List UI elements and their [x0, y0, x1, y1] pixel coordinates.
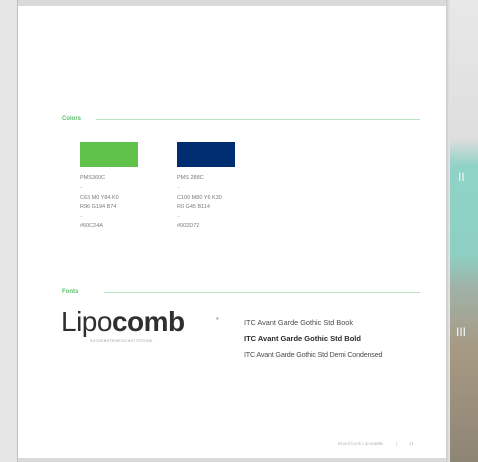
navy-hex: #002D72: [177, 223, 200, 229]
page-edge-shadow: [446, 0, 450, 462]
lipocomb-logo: Lipocomb: [61, 306, 185, 337]
fonts-rule: [104, 292, 420, 293]
divider-dash: –: [80, 214, 83, 220]
swatch-green: [80, 142, 138, 167]
fonts-heading: Fonts: [62, 289, 79, 295]
swatch-navy: [177, 142, 235, 167]
divider-dash: –: [177, 214, 180, 220]
logo-tagline: SOCKENSTEINE/SCHÜTTSTEINE: [90, 339, 153, 343]
footer-brand-book: Brand book Lipocomb: [338, 441, 383, 446]
navy-pms: PMS 288C: [177, 175, 204, 181]
green-hex: #60C24A: [80, 223, 103, 229]
colors-heading: Colors: [62, 116, 82, 122]
navy-rgb: R0 G45 B114: [177, 204, 210, 210]
font-sample-book: ITC Avant Garde Gothic Std Book: [244, 318, 353, 327]
colors-rule: [96, 119, 420, 120]
navy-cmyk: C100 M80 Y6 K30: [177, 195, 222, 201]
tab-mark-iii: III: [456, 325, 467, 339]
page-number: 41: [409, 441, 415, 446]
green-rgb: R96 G194 B74: [80, 204, 117, 210]
divider-dash: –: [80, 185, 83, 191]
trademark-mark: ®: [216, 316, 219, 321]
font-sample-bold: ITC Avant Garde Gothic Std Bold: [244, 334, 361, 343]
tab-mark-ii: II: [458, 170, 465, 184]
footer-separator: |: [396, 441, 398, 446]
brand-book-page: [18, 6, 446, 458]
left-gutter: [0, 0, 18, 462]
font-sample-demi: ITC Avant Garde Gothic Std Demi Condense…: [244, 350, 383, 359]
green-pms: PMS360C: [80, 175, 106, 181]
divider-dash: –: [177, 185, 180, 191]
background-photo: [450, 0, 478, 462]
green-cmyk: C63 M0 Y84 K0: [80, 195, 119, 201]
